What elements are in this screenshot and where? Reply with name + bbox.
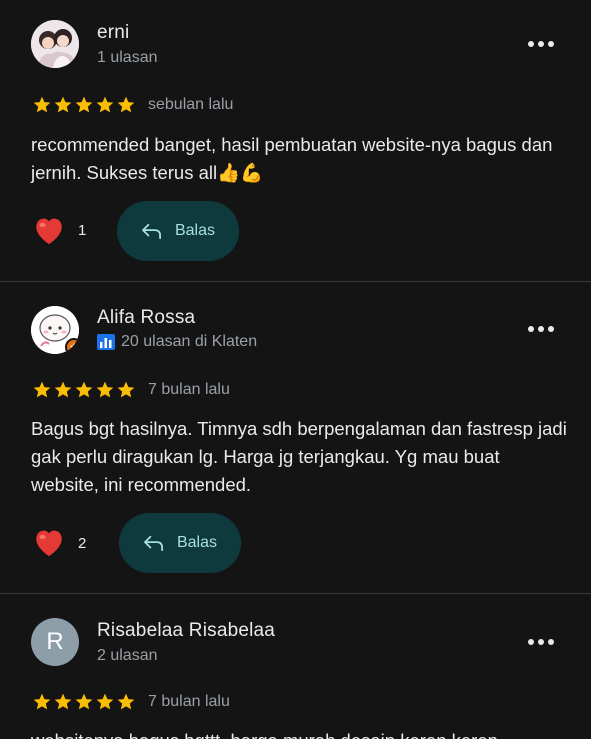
reply-button-label: Balas (176, 534, 218, 551)
heart-icon[interactable] (32, 214, 66, 246)
review-card: Alifa Rossa 20 ulasan di Klaten 7 bulan … (0, 282, 591, 592)
star-icon (75, 96, 93, 113)
heart-icon[interactable] (32, 526, 66, 558)
review-count: 20 ulasan di Klaten (121, 333, 258, 350)
star-icon (117, 96, 135, 113)
star-rating (32, 95, 136, 115)
reviewer-meta: 20 ulasan di Klaten (97, 333, 257, 351)
review-date: sebulan lalu (148, 96, 234, 113)
reply-button[interactable]: Balas (117, 201, 239, 261)
star-icon (54, 381, 72, 398)
star-icon (96, 96, 114, 113)
reply-arrow-icon (144, 535, 163, 552)
star-icon (117, 381, 135, 398)
local-guide-stats-icon (97, 334, 115, 350)
review-text: Bagus bgt hasilnya. Timnya sdh berpengal… (31, 418, 567, 495)
star-icon (75, 693, 93, 710)
star-icon (54, 96, 72, 113)
avatar[interactable] (31, 20, 79, 68)
review-count: 1 ulasan (97, 49, 158, 66)
reply-button[interactable]: Balas (119, 513, 241, 573)
reviewer-meta: 1 ulasan (97, 49, 158, 67)
star-icon (33, 381, 51, 398)
reviewer-name[interactable]: Alifa Rossa (97, 307, 195, 329)
review-date: 7 bulan lalu (148, 693, 230, 710)
review-date: 7 bulan lalu (148, 381, 230, 398)
reviewer-meta: 2 ulasan (97, 647, 158, 665)
star-icon (33, 96, 51, 113)
star-rating (32, 380, 136, 400)
star-icon (33, 693, 51, 710)
more-options-icon[interactable] (528, 322, 556, 336)
avatar-photo-icon (31, 20, 79, 68)
star-icon (96, 693, 114, 710)
review-text: websitenya bagus bgttt, harga murah desa… (31, 727, 571, 739)
like-count: 2 (78, 535, 87, 552)
more-options-icon[interactable] (528, 37, 556, 51)
star-icon (75, 381, 93, 398)
reply-arrow-icon (142, 223, 161, 240)
star-icon (96, 381, 114, 398)
more-options-icon[interactable] (528, 635, 556, 649)
local-guide-badge-icon (65, 338, 79, 354)
review-card: R Risabelaa Risabelaa 2 ulasan 7 bulan l… (0, 594, 591, 739)
review-count: 2 ulasan (97, 647, 158, 664)
avatar[interactable]: R (31, 618, 79, 666)
reply-button-label: Balas (174, 222, 216, 239)
review-card: erni 1 ulasan sebulan lalu recommended b… (0, 0, 591, 280)
star-icon (117, 693, 135, 710)
reviewer-name[interactable]: Risabelaa Risabelaa (97, 620, 275, 642)
avatar[interactable] (31, 306, 79, 354)
reviewer-name[interactable]: erni (97, 22, 129, 44)
star-rating (32, 692, 136, 712)
like-count: 1 (78, 222, 87, 239)
review-text: recommended banget, hasil pembuatan webs… (31, 134, 553, 183)
star-icon (54, 693, 72, 710)
